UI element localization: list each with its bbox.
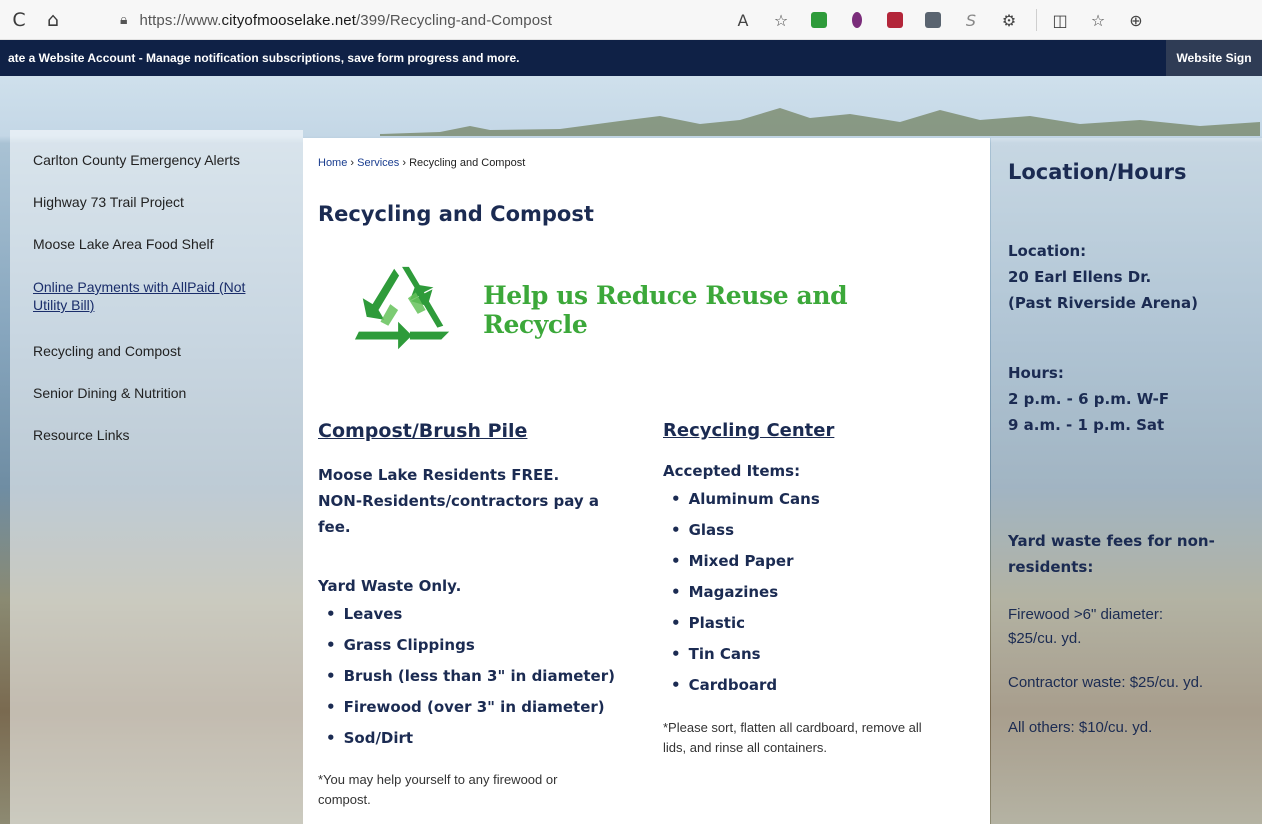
list-item: Magazines: [663, 577, 820, 608]
yard-waste-label: Yard Waste Only.: [318, 577, 462, 595]
breadcrumb-separator: ›: [399, 157, 410, 169]
list-item: Firewood (over 3" in diameter): [318, 692, 615, 723]
extension-purple-icon[interactable]: [840, 3, 874, 37]
url-text[interactable]: https://www.cityofmooselake.net/399/Recy…: [139, 12, 552, 29]
treeline-graphic: [380, 108, 1260, 136]
recycling-note-line: lids, and rinse all containers.: [663, 740, 828, 755]
address-bar[interactable]: 🔒︎ https://www.cityofmooselake.net/399/R…: [102, 3, 824, 37]
contractor-fee: Contractor waste: $25/cu. yd.: [1008, 674, 1204, 691]
fees-label-line: residents:: [1008, 558, 1094, 576]
sidebar-item-highway-73[interactable]: Highway 73 Trail Project: [10, 193, 184, 211]
compost-note: *You may help yourself to any firewood o…: [318, 770, 557, 810]
lock-icon[interactable]: 🔒︎: [120, 12, 127, 28]
list-item: Mixed Paper: [663, 546, 820, 577]
extension-gray-icon[interactable]: [916, 3, 950, 37]
location-label: Location:: [1008, 242, 1087, 260]
main-content: Home › Services › Recycling and Compost …: [303, 138, 990, 824]
banner-message[interactable]: ate a Website Account - Manage notificat…: [0, 51, 519, 65]
list-item: Cardboard: [663, 670, 820, 701]
list-item: Plastic: [663, 608, 820, 639]
recycling-heading[interactable]: Recycling Center: [663, 420, 834, 441]
extension-green-icon[interactable]: [802, 3, 836, 37]
extension-red-icon[interactable]: [878, 3, 912, 37]
sidebar: Carlton County Emergency Alerts Highway …: [10, 130, 300, 824]
home-icon[interactable]: ⌂: [36, 3, 70, 37]
account-banner: ate a Website Account - Manage notificat…: [0, 40, 1262, 76]
hours-line: 2 p.m. - 6 p.m. W-F: [1008, 390, 1170, 408]
location-block: Location: 20 Earl Ellens Dr. (Past River…: [1008, 238, 1198, 316]
collections-icon[interactable]: ⊕: [1119, 3, 1153, 37]
sidebar-item-food-shelf[interactable]: Moose Lake Area Food Shelf: [10, 235, 214, 253]
recycling-item-list: Aluminum Cans Glass Mixed Paper Magazine…: [663, 484, 820, 701]
firewood-fee: Firewood >6" diameter: $25/cu. yd.: [1008, 603, 1163, 651]
compost-intro-line: NON-Residents/contractors pay a: [318, 492, 600, 510]
compost-item-list: Leaves Grass Clippings Brush (less than …: [318, 599, 615, 754]
list-item: Brush (less than 3" in diameter): [318, 661, 615, 692]
favorite-star-icon[interactable]: ☆: [764, 3, 798, 37]
browser-toolbar: C ⌂ 🔒︎ https://www.cityofmooselake.net/3…: [0, 0, 1262, 40]
list-item: Leaves: [318, 599, 615, 630]
compost-intro-line: fee.: [318, 518, 351, 536]
toolbar-icons: A ☆ S ⚙ ◫ ☆ ⊕: [726, 0, 1157, 40]
banner-rest: - Manage notification subscriptions, sav…: [135, 51, 520, 65]
compost-intro-line: Moose Lake Residents FREE.: [318, 466, 560, 484]
breadcrumb: Home › Services › Recycling and Compost: [318, 157, 525, 169]
hours-block: Hours: 2 p.m. - 6 p.m. W-F 9 a.m. - 1 p.…: [1008, 360, 1169, 438]
url-path: /399/Recycling-and-Compost: [355, 11, 553, 29]
url-prefix: https://www.: [139, 11, 222, 29]
list-item: Grass Clippings: [318, 630, 615, 661]
url-domain: cityofmooselake.net: [221, 11, 356, 29]
compost-intro: Moose Lake Residents FREE. NON-Residents…: [318, 462, 599, 540]
recycle-tagline: Help us Reduce Reuse and Recycle: [483, 281, 848, 339]
extension-s-icon[interactable]: S: [954, 3, 988, 37]
compost-heading[interactable]: Compost/Brush Pile: [318, 420, 527, 442]
compost-note-line: *You may help yourself to any firewood o…: [318, 772, 558, 787]
website-sign-in-button[interactable]: Website Sign: [1166, 40, 1262, 76]
list-item: Glass: [663, 515, 820, 546]
list-item: Sod/Dirt: [318, 723, 615, 754]
compost-note-line: compost.: [318, 792, 371, 807]
list-item: Aluminum Cans: [663, 484, 820, 515]
location-hours-panel: Location/Hours Location: 20 Earl Ellens …: [991, 138, 1262, 824]
reload-icon[interactable]: C: [2, 3, 36, 37]
accepted-items-label: Accepted Items:: [663, 462, 801, 480]
fees-label: Yard waste fees for non- residents:: [1008, 528, 1215, 580]
breadcrumb-services[interactable]: Services: [357, 157, 399, 169]
breadcrumb-home[interactable]: Home: [318, 157, 347, 169]
read-aloud-icon[interactable]: A: [726, 3, 760, 37]
other-fee: All others: $10/cu. yd.: [1008, 719, 1153, 736]
recycling-note-line: *Please sort, flatten all cardboard, rem…: [663, 720, 922, 735]
recycle-icon: [354, 266, 450, 350]
sidebar-item-online-payments[interactable]: Online Payments with AllPaid (Not Utilit…: [10, 278, 270, 314]
banner-link[interactable]: ate a Website Account: [8, 51, 135, 65]
recycling-note: *Please sort, flatten all cardboard, rem…: [663, 718, 922, 758]
sidebar-item-senior-dining[interactable]: Senior Dining & Nutrition: [10, 384, 186, 402]
toolbar-divider: [1036, 9, 1037, 31]
sidebar-item-recycling[interactable]: Recycling and Compost: [10, 342, 181, 360]
address-line: (Past Riverside Arena): [1008, 294, 1198, 312]
extensions-puzzle-icon[interactable]: ⚙: [992, 3, 1026, 37]
list-item: Tin Cans: [663, 639, 820, 670]
sidebar-item-emergency-alerts[interactable]: Carlton County Emergency Alerts: [10, 151, 240, 169]
page-title: Recycling and Compost: [318, 202, 594, 226]
firewood-fee-line: $25/cu. yd.: [1008, 630, 1082, 647]
sidebar-item-resource-links[interactable]: Resource Links: [10, 426, 130, 444]
firewood-fee-line: Firewood >6" diameter:: [1008, 606, 1163, 623]
hours-label: Hours:: [1008, 364, 1064, 382]
location-hours-title: Location/Hours: [1008, 160, 1187, 184]
split-screen-icon[interactable]: ◫: [1043, 3, 1077, 37]
recycle-banner: Help us Reduce Reuse and Recycle: [351, 262, 951, 358]
fees-label-line: Yard waste fees for non-: [1008, 532, 1215, 550]
hours-line: 9 a.m. - 1 p.m. Sat: [1008, 416, 1165, 434]
breadcrumb-current: Recycling and Compost: [409, 157, 526, 169]
address-line: 20 Earl Ellens Dr.: [1008, 268, 1152, 286]
favorites-list-icon[interactable]: ☆: [1081, 3, 1115, 37]
breadcrumb-separator: ›: [347, 157, 358, 169]
